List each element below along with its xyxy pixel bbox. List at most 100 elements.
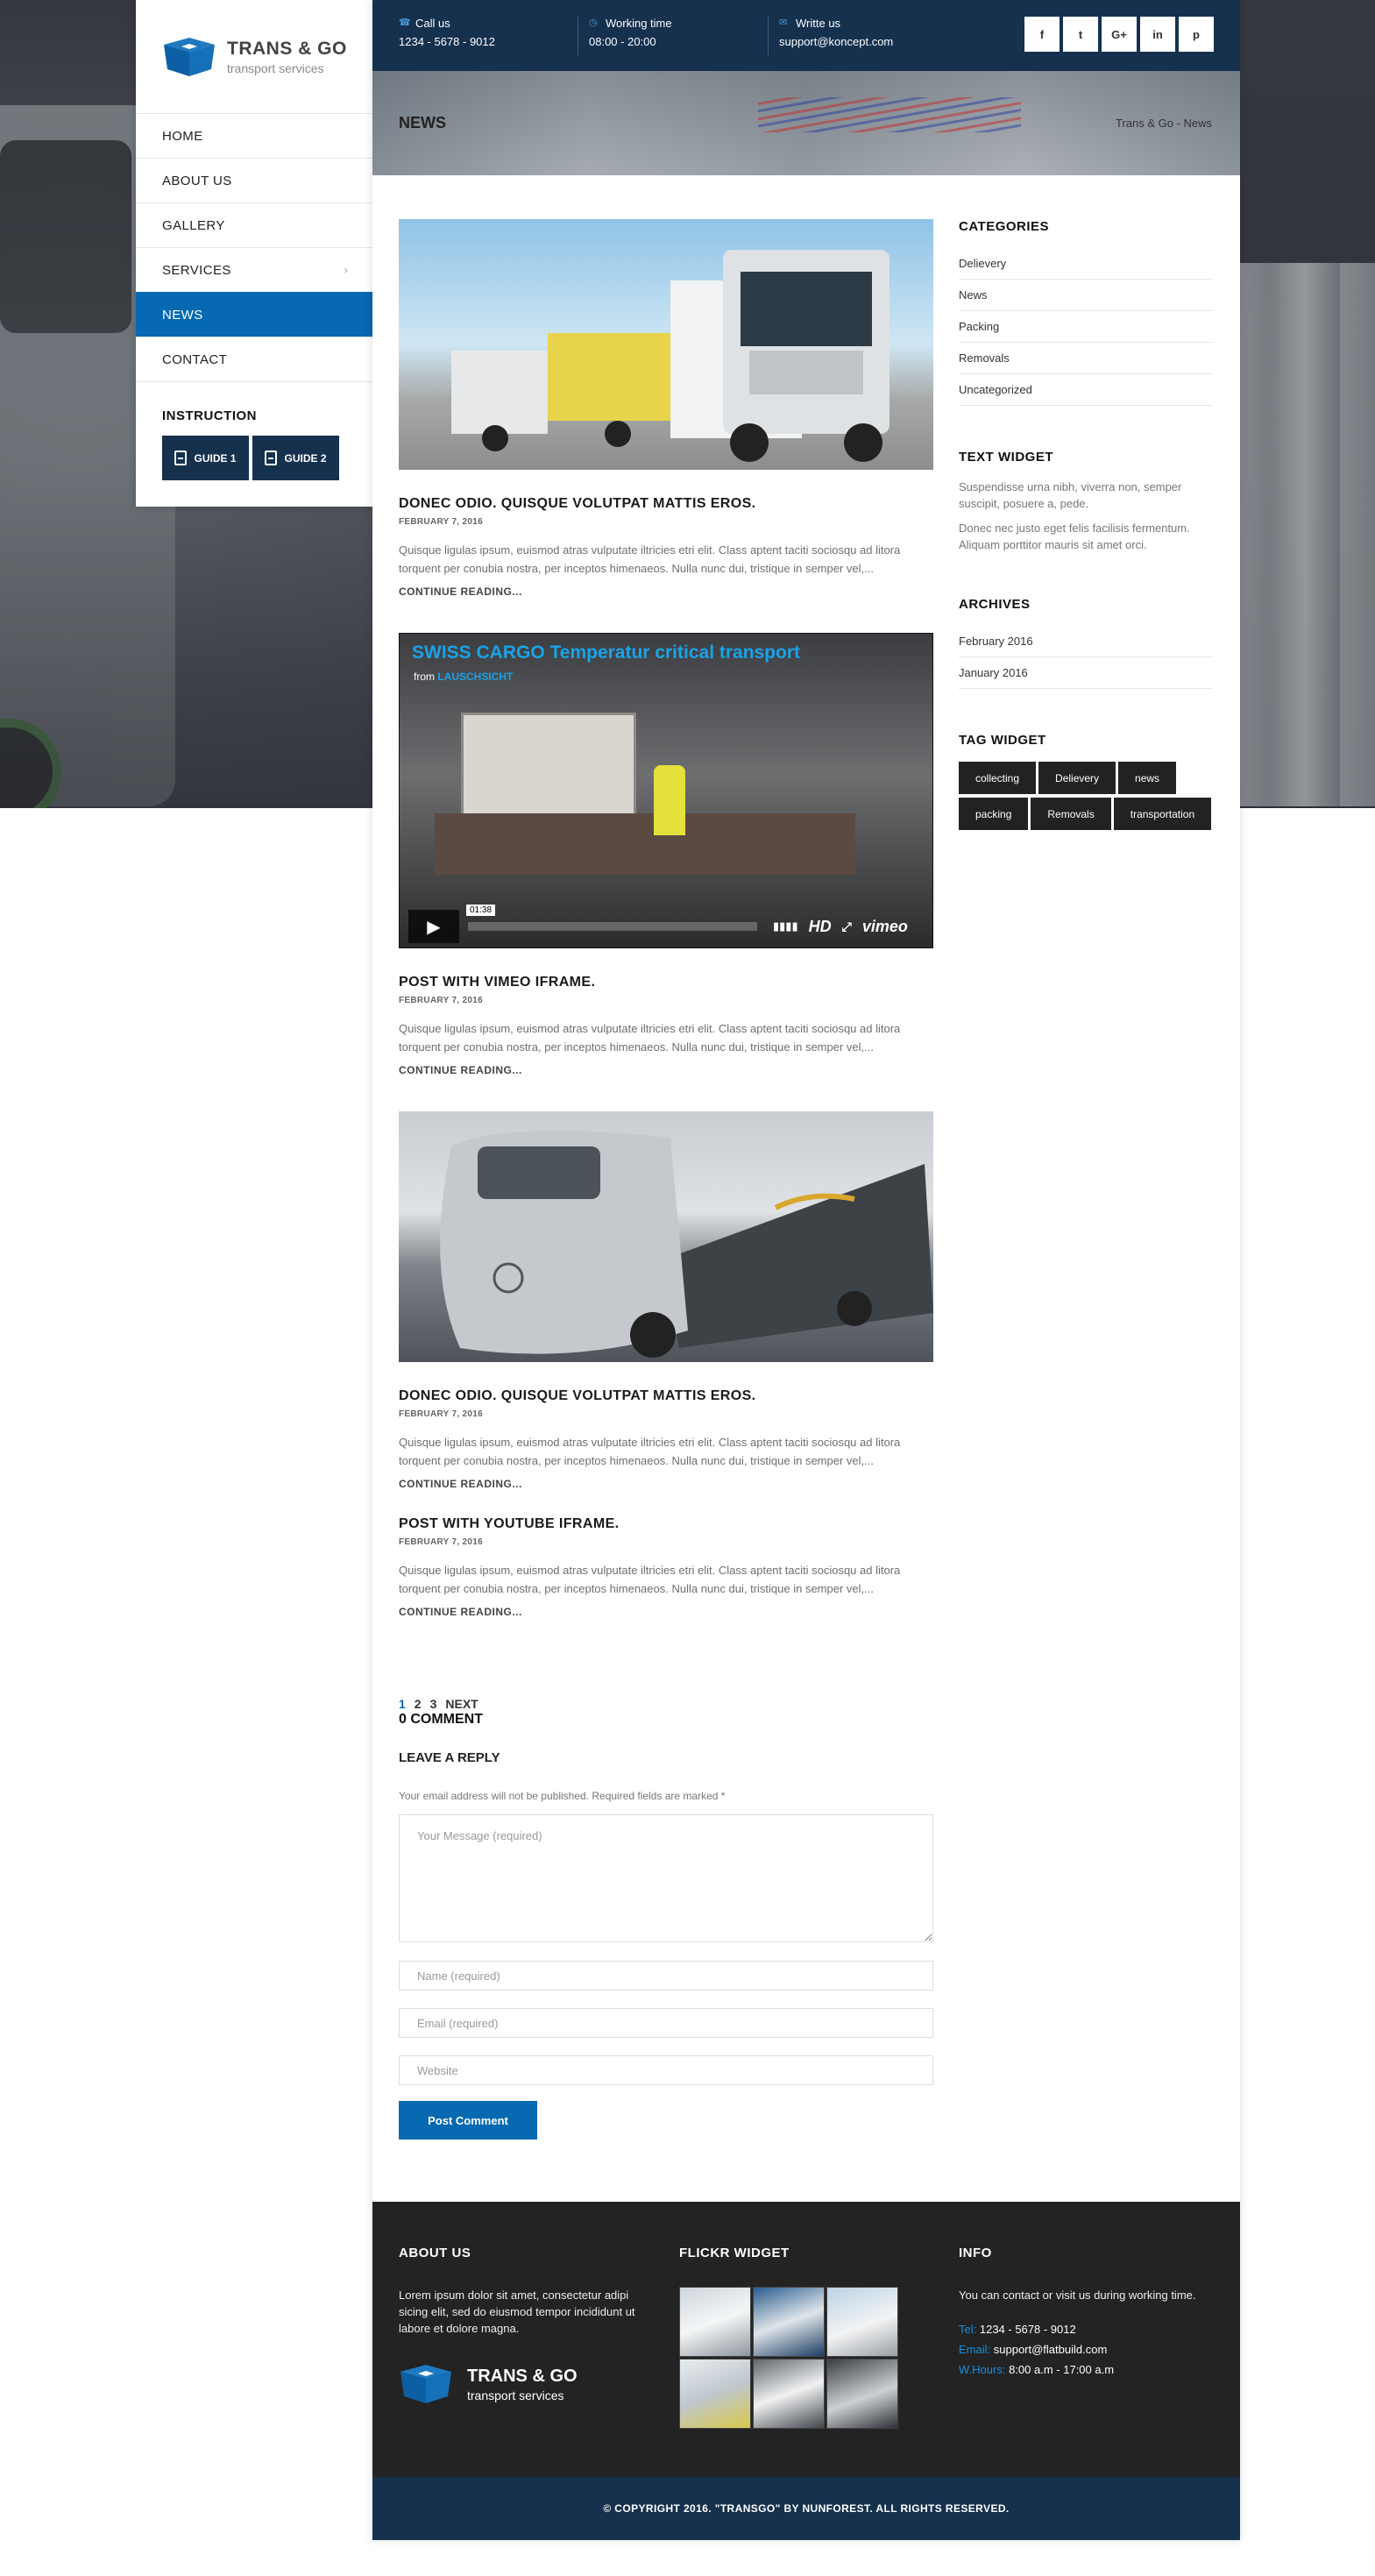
breadcrumb[interactable]: Trans & Go - News bbox=[1116, 117, 1212, 130]
contact-working-time: ◷ Working time 08:00 - 20:00 bbox=[589, 16, 769, 55]
continue-reading-link[interactable]: CONTINUE READING... bbox=[399, 1478, 933, 1490]
play-icon[interactable]: ▶ bbox=[408, 910, 459, 943]
tag-widget: TAG WIDGET collecting Delievery news pac… bbox=[959, 733, 1213, 830]
post-thumbnail[interactable] bbox=[399, 219, 933, 470]
linkedin-icon[interactable]: in bbox=[1140, 17, 1175, 52]
page-link-2[interactable]: 2 bbox=[415, 1697, 422, 1711]
tag-link[interactable]: collecting bbox=[959, 762, 1037, 794]
truck-photo bbox=[451, 250, 889, 462]
email-value[interactable]: support@flatbuild.com bbox=[994, 2343, 1108, 2356]
footer-brand-subtitle: transport services bbox=[467, 2388, 564, 2402]
post-title[interactable]: DONEC ODIO. QUISQUE VOLUTPAT MATTIS EROS… bbox=[399, 1388, 933, 1404]
email-input[interactable] bbox=[399, 2008, 933, 2038]
tag-widget-title: TAG WIDGET bbox=[959, 733, 1046, 748]
box-logo-icon bbox=[400, 2365, 451, 2403]
truck-stripes-decoration bbox=[758, 97, 1021, 132]
video-author[interactable]: LAUSCHSICHT bbox=[437, 671, 513, 683]
post-date: FEBRUARY 7, 2016 bbox=[399, 996, 483, 1005]
widget-sidebar: CATEGORIES Delievery News Packing Remova… bbox=[959, 219, 1213, 874]
flickr-thumbnail[interactable] bbox=[826, 2359, 898, 2429]
flickr-thumbnail[interactable] bbox=[679, 2287, 751, 2357]
tag-link[interactable]: news bbox=[1118, 762, 1177, 794]
social-links: f t G+ in p bbox=[1024, 17, 1214, 52]
guide-2-button[interactable]: GUIDE 2 bbox=[252, 436, 339, 480]
flickr-thumbnail[interactable] bbox=[679, 2359, 751, 2429]
website-input[interactable] bbox=[399, 2055, 933, 2085]
footer-info: INFO You can contact or visit us during … bbox=[959, 2246, 1222, 2376]
video-title[interactable]: SWISS CARGO Temperatur critical transpor… bbox=[412, 642, 800, 664]
post-comment-button[interactable]: Post Comment bbox=[399, 2101, 537, 2140]
category-link[interactable]: News bbox=[959, 280, 1213, 311]
text-widget: TEXT WIDGET Suspendisse urna nibh, viver… bbox=[959, 450, 1213, 553]
post-thumbnail[interactable] bbox=[399, 1111, 933, 1362]
vimeo-video-player[interactable]: SWISS CARGO Temperatur critical transpor… bbox=[399, 633, 933, 948]
nav-item-about-us[interactable]: ABOUT US bbox=[136, 158, 372, 202]
envelope-icon: ✉ bbox=[779, 17, 788, 28]
post-title[interactable]: POST WITH YOUTUBE IFRAME. bbox=[399, 1516, 933, 1532]
categories-widget: CATEGORIES Delievery News Packing Remova… bbox=[959, 219, 1213, 406]
footer-about-text: Lorem ipsum dolor sit amet, consectetur … bbox=[399, 2289, 635, 2335]
tel-label: Tel: bbox=[959, 2323, 977, 2336]
post-date: FEBRUARY 7, 2016 bbox=[399, 1537, 483, 1547]
volume-icon[interactable]: ▮▮▮▮ bbox=[773, 919, 798, 933]
archive-link[interactable]: February 2016 bbox=[959, 626, 1213, 657]
twitter-icon[interactable]: t bbox=[1063, 17, 1098, 52]
category-link[interactable]: Uncategorized bbox=[959, 374, 1213, 406]
footer-logo[interactable]: TRANS & GO transport services bbox=[399, 2363, 653, 2405]
footer-flickr-title: FLICKR WIDGET bbox=[679, 2246, 790, 2260]
archive-link[interactable]: January 2016 bbox=[959, 657, 1213, 689]
video-progress-bar[interactable] bbox=[468, 922, 757, 931]
post-title[interactable]: POST WITH VIMEO IFRAME. bbox=[399, 975, 933, 990]
continue-reading-link[interactable]: CONTINUE READING... bbox=[399, 1606, 933, 1618]
tag-link[interactable]: Delievery bbox=[1038, 762, 1116, 794]
text-widget-title: TEXT WIDGET bbox=[959, 450, 1053, 465]
continue-reading-link[interactable]: CONTINUE READING... bbox=[399, 585, 933, 598]
video-byline: from LAUSCHSICHT bbox=[414, 671, 513, 683]
category-link[interactable]: Delievery bbox=[959, 248, 1213, 280]
archives-widget: ARCHIVES February 2016 January 2016 bbox=[959, 597, 1213, 689]
google-plus-icon[interactable]: G+ bbox=[1102, 17, 1137, 52]
nav-item-home[interactable]: HOME bbox=[136, 113, 372, 158]
text-widget-paragraph: Donec nec justo eget felis facilisis fer… bbox=[959, 522, 1190, 551]
nav-item-gallery[interactable]: GALLERY bbox=[136, 202, 372, 247]
name-input[interactable] bbox=[399, 1961, 933, 1991]
footer-info-text: You can contact or visit us during worki… bbox=[959, 2289, 1196, 2302]
tel-value[interactable]: 1234 - 5678 - 9012 bbox=[980, 2323, 1076, 2336]
brand-logo[interactable]: TRANS & GO transport services bbox=[136, 0, 372, 113]
fullscreen-icon[interactable]: ⤢ bbox=[842, 919, 852, 934]
continue-reading-link[interactable]: CONTINUE READING... bbox=[399, 1064, 933, 1076]
brand-subtitle: transport services bbox=[227, 60, 324, 75]
tag-link[interactable]: packing bbox=[959, 798, 1029, 830]
tag-link[interactable]: Removals bbox=[1031, 798, 1111, 830]
hours-label: W.Hours: bbox=[959, 2363, 1006, 2376]
tag-link[interactable]: transportation bbox=[1113, 798, 1212, 830]
category-link[interactable]: Packing bbox=[959, 311, 1213, 343]
nav-item-services[interactable]: SERVICES › bbox=[136, 247, 372, 292]
flickr-thumbnail[interactable] bbox=[753, 2359, 825, 2429]
category-link[interactable]: Removals bbox=[959, 343, 1213, 374]
nav-item-label: CONTACT bbox=[162, 351, 228, 367]
vimeo-logo[interactable]: vimeo bbox=[862, 918, 908, 936]
page-link-3[interactable]: 3 bbox=[430, 1697, 437, 1711]
flickr-thumbnail[interactable] bbox=[826, 2287, 898, 2357]
post-title[interactable]: DONEC ODIO. QUISQUE VOLUTPAT MATTIS EROS… bbox=[399, 496, 933, 512]
pagination: 1 2 3 NEXT bbox=[399, 1697, 478, 1711]
nav-item-contact[interactable]: CONTACT bbox=[136, 337, 372, 381]
message-textarea[interactable] bbox=[399, 1814, 933, 1942]
page-link-1[interactable]: 1 bbox=[399, 1697, 406, 1711]
footer-about: ABOUT US Lorem ipsum dolor sit amet, con… bbox=[399, 2246, 653, 2405]
pinterest-icon[interactable]: p bbox=[1179, 17, 1214, 52]
guide-1-button[interactable]: GUIDE 1 bbox=[162, 436, 249, 480]
post-excerpt: Quisque ligulas ipsum, euismod atras vul… bbox=[399, 1022, 901, 1054]
write-value[interactable]: support@koncept.com bbox=[779, 35, 948, 48]
hd-toggle[interactable]: HD bbox=[809, 918, 832, 936]
facebook-icon[interactable]: f bbox=[1024, 17, 1060, 52]
clock-icon: ◷ bbox=[589, 17, 598, 28]
nav-item-label: ABOUT US bbox=[162, 173, 232, 188]
email-label: Email: bbox=[959, 2343, 991, 2356]
nav-item-news[interactable]: NEWS bbox=[136, 292, 372, 337]
flickr-thumbnail[interactable] bbox=[753, 2287, 825, 2357]
next-page-link[interactable]: NEXT bbox=[445, 1697, 478, 1711]
main-menu: HOME ABOUT US GALLERY SERVICES › NEWS CON… bbox=[136, 113, 372, 381]
background-truck-wheel bbox=[0, 719, 61, 808]
